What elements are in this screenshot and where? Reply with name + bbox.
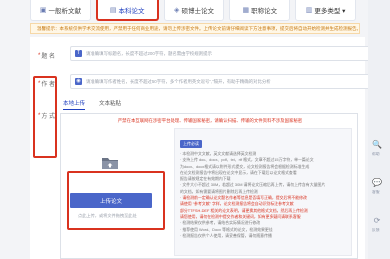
- tab-graduate-thesis[interactable]: ◈ 硕博士论文: [163, 0, 225, 21]
- title-placeholder: 请准确填写标题名，长度不超过200字符，题名需由学校规则提示: [86, 50, 212, 56]
- service-link[interactable]: 客服: [372, 190, 388, 195]
- tab-local-upload[interactable]: 本地上传: [63, 99, 86, 110]
- search-icon[interactable]: 🔍: [372, 140, 382, 150]
- upload-notes-panel: 上传必读 · 本检测中文文献，英文文献请选择英文检测 · 支持上传 doc、doc…: [174, 128, 352, 256]
- document-type-tabs: ▣ 一般析文献 ▤ 本科论文 ◈ 硕博士论文 ▦ 职称论文 ▥ 更多类型 ▾: [30, 0, 356, 21]
- upload-method-tabs: 本地上传 文本粘贴: [63, 99, 121, 110]
- help-link[interactable]: 帮助: [372, 152, 388, 157]
- feedback-link[interactable]: 反馈: [372, 228, 388, 233]
- title-label: * 题 名: [38, 51, 56, 61]
- tab-label: 本科论文: [118, 7, 145, 15]
- title-input[interactable]: T 请准确填写标题名，长度不超过200字符，题名需由学校规则提示: [70, 46, 388, 61]
- notes-list: · 本检测中文文献，英文文献请选择英文检测 · 支持上传 doc、docx、pdf…: [180, 151, 346, 239]
- tab-undergraduate-thesis[interactable]: ▤ 本科论文: [95, 0, 159, 21]
- tab-label: 职称论文: [251, 8, 278, 15]
- notes-line: · 文件大小不超过 30M，若超过 30M 请将论文压缩后再上传，请勿上传含有大…: [180, 182, 326, 188]
- tab-more-types[interactable]: ▥ 更多类型 ▾: [295, 0, 356, 21]
- notice-banner: 温馨提示：本系统仅供学术交流使用，严禁用于任何商业用途，请勿上传涉密文件。上传论…: [30, 23, 360, 34]
- upload-thesis-button[interactable]: 上传论文: [70, 193, 152, 208]
- tab-label: 一般析文献: [48, 8, 81, 15]
- author-placeholder: 请准确填写作者姓名，长度不超过50字符，多个作者用英文逗号“,”隔开，有助于精确…: [86, 78, 271, 84]
- tab-general-literature[interactable]: ▣ 一般析文献: [30, 0, 91, 21]
- tab-professional-paper[interactable]: ▦ 职称论文: [229, 0, 291, 21]
- user-icon: ◉: [75, 78, 82, 85]
- method-label-text: 方 式: [41, 114, 56, 120]
- folder-upload-icon: [102, 158, 118, 169]
- title-label-text: 题 名: [41, 54, 56, 60]
- method-label: * 方 式: [38, 111, 56, 121]
- chat-icon[interactable]: 💬: [372, 178, 382, 188]
- author-label-text: 作 者: [41, 82, 56, 88]
- tab-label: 硕博士论文: [181, 8, 214, 15]
- tab-label: 更多类型 ▾: [314, 8, 346, 15]
- notes-line: · 检测报告仅供个人使用，请妥善保管，请勿随意传播: [180, 232, 272, 238]
- author-input[interactable]: ◉ 请准确填写作者姓名，长度不超过50字符，多个作者用英文逗号“,”隔开，有助于…: [70, 74, 388, 89]
- required-star: *: [38, 112, 41, 119]
- security-warning: 严禁在本互联网在涉密平台处理、传输国家秘密，请确认扫描、传输的文件资料不涉及国家…: [117, 118, 303, 123]
- graduate-icon: ◈: [174, 7, 180, 14]
- right-gutter: 🔍 帮助 💬 客服 ⟳ 反馈: [368, 0, 390, 259]
- document-icon: ▣: [39, 7, 47, 14]
- required-star: *: [38, 52, 41, 59]
- upload-hint: 点此上传，或将文件拖拽至此处: [78, 213, 137, 218]
- title-input-icon: T: [75, 50, 82, 57]
- author-label: * 作 者: [38, 79, 56, 89]
- page: ▣ 一般析文献 ▤ 本科论文 ◈ 硕博士论文 ▦ 职称论文 ▥ 更多类型 ▾ 温…: [0, 0, 390, 259]
- paper-icon: ▦: [242, 7, 250, 14]
- notes-badge: 上传必读: [180, 140, 202, 148]
- thesis-icon: ▤: [109, 6, 117, 14]
- tab-text-paste[interactable]: 文本粘贴: [99, 99, 121, 110]
- required-star: *: [38, 80, 41, 87]
- grid-icon: ▥: [305, 7, 313, 14]
- refresh-icon[interactable]: ⟳: [372, 216, 382, 226]
